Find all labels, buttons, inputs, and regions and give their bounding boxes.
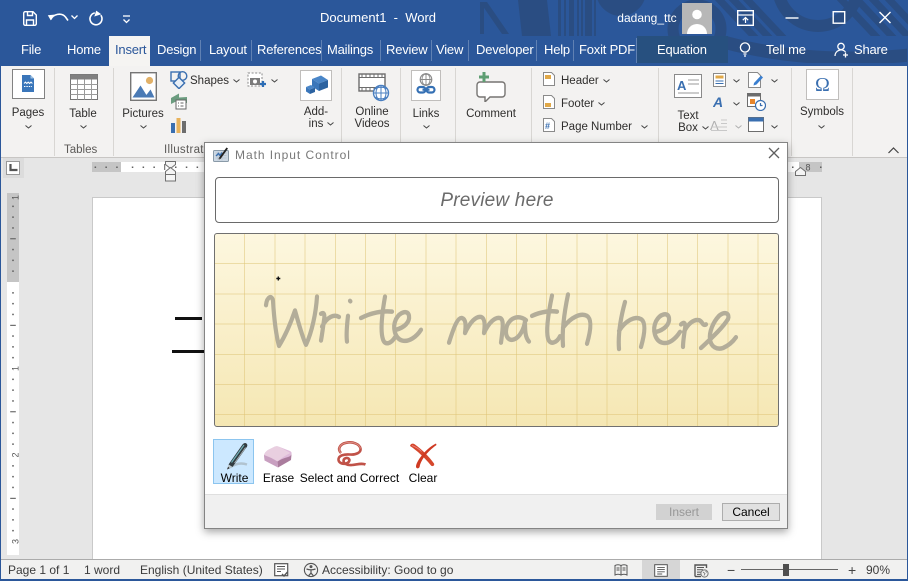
svg-text:8: 8 [805,163,810,173]
svg-text:A: A [677,78,687,93]
svg-text:2: 2 [10,452,19,457]
svg-text:1: 1 [10,195,19,200]
svg-text:#: # [545,121,550,131]
svg-text:A: A [713,95,723,108]
svg-text:3: 3 [10,539,19,544]
svg-text:1: 1 [10,366,19,371]
svg-text:Ω: Ω [815,74,830,96]
